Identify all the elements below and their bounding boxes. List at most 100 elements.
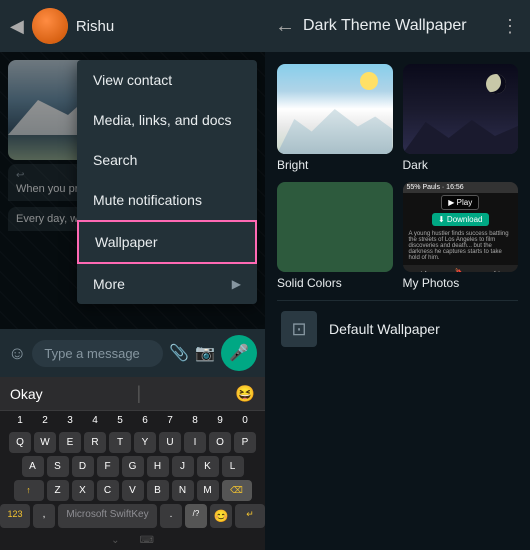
key-f[interactable]: F <box>97 456 119 477</box>
right-header: ← Dark Theme Wallpaper ⋮ <box>265 0 530 52</box>
menu-item-media[interactable]: Media, links, and docs <box>77 100 257 140</box>
key-m[interactable]: M <box>197 480 219 501</box>
chevron-right-icon: ▶ <box>232 277 241 291</box>
menu-item-wallpaper[interactable]: Wallpaper <box>77 220 257 264</box>
solid-thumbnail <box>277 182 393 272</box>
default-wallpaper-icon: ⊡ <box>281 311 317 347</box>
back-icon[interactable]: ◀ <box>10 16 24 37</box>
camera-icon[interactable]: 📷 <box>195 343 215 363</box>
key-e[interactable]: E <box>59 432 81 453</box>
key-x[interactable]: X <box>72 480 94 501</box>
key-4[interactable]: 4 <box>84 411 106 430</box>
key-o[interactable]: O <box>209 432 231 453</box>
key-2[interactable]: 2 <box>34 411 56 430</box>
key-6[interactable]: 6 <box>134 411 156 430</box>
chat-header: ◀ Rishu <box>0 0 265 52</box>
key-h[interactable]: H <box>147 456 169 477</box>
more-options-icon[interactable]: ⋮ <box>501 16 520 37</box>
key-q[interactable]: Q <box>9 432 31 453</box>
forward-icon[interactable]: ↪ <box>494 268 502 272</box>
key-3[interactable]: 3 <box>59 411 81 430</box>
wallpaper-bright[interactable]: Bright <box>277 64 393 172</box>
key-enter[interactable]: ↵ <box>235 504 265 528</box>
input-bar: ☺ Type a message 📎 📷 🎤 <box>0 329 265 377</box>
menu-item-view-contact[interactable]: View contact <box>77 60 257 100</box>
key-v[interactable]: V <box>122 480 144 501</box>
left-panel: ◀ Rishu ↩ When you pronounce C <box>0 0 265 550</box>
key-comma[interactable]: , <box>33 504 55 528</box>
attach-icon[interactable]: 📎 <box>169 343 189 363</box>
avatar <box>32 8 68 44</box>
key-y[interactable]: Y <box>134 432 156 453</box>
photos-bar-text: 55% Pauls · 16:56 <box>407 184 464 191</box>
keyboard-icon[interactable]: ⌨ <box>139 535 153 546</box>
key-1[interactable]: 1 <box>9 411 31 430</box>
wallpaper-dark[interactable]: Dark <box>403 64 519 172</box>
context-menu-overlay: View contact Media, links, and docs Sear… <box>0 52 265 329</box>
context-menu-popup: View contact Media, links, and docs Sear… <box>77 60 257 304</box>
key-d[interactable]: D <box>72 456 94 477</box>
download-button[interactable]: ⬇ Download <box>432 213 489 226</box>
key-z[interactable]: Z <box>47 480 69 501</box>
menu-item-mute[interactable]: Mute notifications <box>77 180 257 220</box>
key-l[interactable]: L <box>222 456 244 477</box>
key-k[interactable]: K <box>197 456 219 477</box>
key-delete[interactable]: ⌫ <box>222 480 252 501</box>
photos-bar: 55% Pauls · 16:56 <box>403 182 519 193</box>
key-r[interactable]: R <box>84 432 106 453</box>
key-7[interactable]: 7 <box>159 411 181 430</box>
key-c[interactable]: C <box>97 480 119 501</box>
dark-thumbnail <box>403 64 519 154</box>
suggestion-text[interactable]: Okay <box>10 386 43 402</box>
emoji-icon[interactable]: ☺ <box>8 343 26 364</box>
key-123[interactable]: 123 <box>0 504 30 528</box>
key-u[interactable]: U <box>159 432 181 453</box>
photos-label: My Photos <box>403 276 519 290</box>
wallpaper-solid[interactable]: Solid Colors <box>277 182 393 290</box>
keyboard-area: Okay | 😆 1 2 3 4 5 6 7 8 9 0 Q W E R T Y… <box>0 377 265 550</box>
chat-background: ↩ When you pronounce C Every day, we str… <box>0 52 265 329</box>
mic-icon: 🎤 <box>229 343 249 363</box>
key-emoji[interactable]: 😊 <box>210 504 232 528</box>
key-a[interactable]: A <box>22 456 44 477</box>
key-i[interactable]: I <box>184 432 206 453</box>
contact-name[interactable]: Rishu <box>76 18 114 35</box>
mic-button[interactable]: 🎤 <box>221 335 257 371</box>
menu-item-more[interactable]: More ▶ <box>77 264 257 304</box>
default-wallpaper-option[interactable]: ⊡ Default Wallpaper <box>277 300 518 357</box>
suggestion-emoji[interactable]: 😆 <box>235 384 255 404</box>
key-space[interactable]: Microsoft SwiftKey <box>58 504 157 528</box>
chevron-down-icon[interactable]: ⌄ <box>111 535 119 546</box>
photos-actions: ↩ 🔖 ↪ <box>403 265 519 272</box>
wallpaper-content: Bright Dark Solid Colors <box>265 52 530 550</box>
number-row: 1 2 3 4 5 6 7 8 9 0 <box>0 411 265 430</box>
wallpaper-photos[interactable]: 55% Pauls · 16:56 ▶ Play ⬇ Download A yo… <box>403 182 519 290</box>
key-period[interactable]: . <box>160 504 182 528</box>
key-0[interactable]: 0 <box>234 411 256 430</box>
key-n[interactable]: N <box>172 480 194 501</box>
key-b[interactable]: B <box>147 480 169 501</box>
kb-row-bottom: 123 , Microsoft SwiftKey . /? 😊 ↵ <box>0 504 265 528</box>
share-icon[interactable]: ↩ <box>419 268 427 272</box>
key-t[interactable]: T <box>109 432 131 453</box>
key-p[interactable]: P <box>234 432 256 453</box>
key-w[interactable]: W <box>34 432 56 453</box>
key-8[interactable]: 8 <box>184 411 206 430</box>
dark-label: Dark <box>403 158 519 172</box>
key-j[interactable]: J <box>172 456 194 477</box>
right-back-icon[interactable]: ← <box>275 15 295 38</box>
bright-label: Bright <box>277 158 393 172</box>
bookmark-icon[interactable]: 🔖 <box>455 268 466 272</box>
key-punctuation[interactable]: /? <box>185 504 207 528</box>
key-shift[interactable]: ↑ <box>14 480 44 501</box>
kb-row-a: A S D F G H J K L <box>0 456 265 477</box>
key-5[interactable]: 5 <box>109 411 131 430</box>
menu-item-search[interactable]: Search <box>77 140 257 180</box>
message-input[interactable]: Type a message <box>32 340 163 367</box>
key-s[interactable]: S <box>47 456 69 477</box>
photos-content: ▶ Play ⬇ Download A young hustler finds … <box>403 193 519 265</box>
play-button[interactable]: ▶ Play <box>441 195 479 210</box>
key-9[interactable]: 9 <box>209 411 231 430</box>
key-g[interactable]: G <box>122 456 144 477</box>
kb-row-z: ↑ Z X C V B N M ⌫ <box>0 480 265 501</box>
